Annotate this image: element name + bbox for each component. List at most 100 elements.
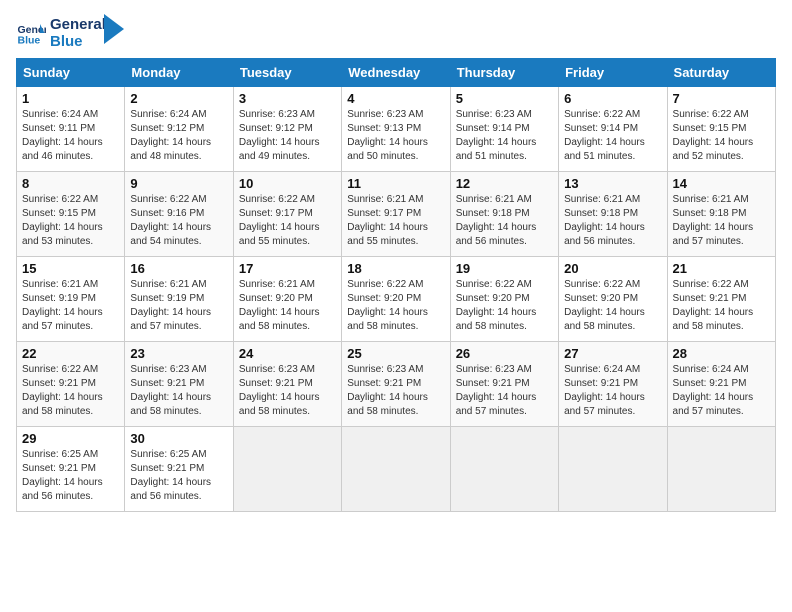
day-of-week-header: Monday: [125, 59, 233, 87]
calendar-cell: 11 Sunrise: 6:21 AMSunset: 9:17 PMDayligh…: [342, 172, 450, 257]
day-info: Sunrise: 6:22 AMSunset: 9:15 PMDaylight:…: [22, 193, 119, 249]
day-info: Sunrise: 6:25 AMSunset: 9:21 PMDaylight:…: [130, 448, 227, 504]
day-info: Sunrise: 6:21 AMSunset: 9:19 PMDaylight:…: [130, 278, 227, 334]
calendar-cell: 1 Sunrise: 6:24 AMSunset: 9:11 PMDaylight…: [17, 87, 125, 172]
day-number: 24: [239, 346, 336, 361]
calendar-cell: 21Sunrise: 6:22 AMSunset: 9:21 PMDayligh…: [667, 257, 775, 342]
day-info: Sunrise: 6:23 AMSunset: 9:21 PMDaylight:…: [456, 363, 553, 419]
calendar-cell: 2 Sunrise: 6:24 AMSunset: 9:12 PMDaylight…: [125, 87, 233, 172]
calendar-cell: 23 Sunrise: 6:23 AMSunset: 9:21 PMDayligh…: [125, 342, 233, 427]
calendar-cell: 18 Sunrise: 6:22 AMSunset: 9:20 PMDayligh…: [342, 257, 450, 342]
calendar-cell: [667, 427, 775, 512]
day-number: 11: [347, 176, 444, 191]
calendar-cell: 13 Sunrise: 6:21 AMSunset: 9:18 PMDayligh…: [559, 172, 667, 257]
calendar-cell: 17 Sunrise: 6:21 AMSunset: 9:20 PMDayligh…: [233, 257, 341, 342]
day-info: Sunrise: 6:21 AMSunset: 9:19 PMDaylight:…: [22, 278, 119, 334]
day-info: Sunrise: 6:21 AMSunset: 9:20 PMDaylight:…: [239, 278, 336, 334]
day-number: 12: [456, 176, 553, 191]
day-number: 29: [22, 431, 119, 446]
day-info: Sunrise: 6:21 AMSunset: 9:18 PMDaylight:…: [564, 193, 661, 249]
logo-blue: Blue: [50, 33, 106, 50]
calendar-cell: 8 Sunrise: 6:22 AMSunset: 9:15 PMDaylight…: [17, 172, 125, 257]
day-info: Sunrise: 6:23 AMSunset: 9:14 PMDaylight:…: [456, 108, 553, 164]
day-number: 23: [130, 346, 227, 361]
calendar-cell: 10 Sunrise: 6:22 AMSunset: 9:17 PMDayligh…: [233, 172, 341, 257]
day-number: 4: [347, 91, 444, 106]
day-number: 6: [564, 91, 661, 106]
calendar-cell: 19 Sunrise: 6:22 AMSunset: 9:20 PMDayligh…: [450, 257, 558, 342]
calendar-cell: 15 Sunrise: 6:21 AMSunset: 9:19 PMDayligh…: [17, 257, 125, 342]
day-info: Sunrise: 6:23 AMSunset: 9:12 PMDaylight:…: [239, 108, 336, 164]
day-of-week-header: Saturday: [667, 59, 775, 87]
day-info: Sunrise: 6:25 AMSunset: 9:21 PMDaylight:…: [22, 448, 119, 504]
day-info: Sunrise: 6:22 AMSunset: 9:14 PMDaylight:…: [564, 108, 661, 164]
calendar-cell: 7 Sunrise: 6:22 AMSunset: 9:15 PMDaylight…: [667, 87, 775, 172]
day-info: Sunrise: 6:21 AMSunset: 9:18 PMDaylight:…: [456, 193, 553, 249]
day-number: 15: [22, 261, 119, 276]
calendar-cell: [233, 427, 341, 512]
day-number: 22: [22, 346, 119, 361]
day-info: Sunrise: 6:22 AMSunset: 9:17 PMDaylight:…: [239, 193, 336, 249]
day-number: 10: [239, 176, 336, 191]
day-number: 17: [239, 261, 336, 276]
day-info: Sunrise: 6:21 AMSunset: 9:17 PMDaylight:…: [347, 193, 444, 249]
day-number: 19: [456, 261, 553, 276]
calendar-cell: [342, 427, 450, 512]
day-number: 5: [456, 91, 553, 106]
day-info: Sunrise: 6:24 AMSunset: 9:11 PMDaylight:…: [22, 108, 119, 164]
day-number: 8: [22, 176, 119, 191]
day-info: Sunrise: 6:24 AMSunset: 9:12 PMDaylight:…: [130, 108, 227, 164]
day-of-week-header: Thursday: [450, 59, 558, 87]
calendar-cell: 22 Sunrise: 6:22 AMSunset: 9:21 PMDayligh…: [17, 342, 125, 427]
calendar-cell: 12 Sunrise: 6:21 AMSunset: 9:18 PMDayligh…: [450, 172, 558, 257]
calendar-cell: 26Sunrise: 6:23 AMSunset: 9:21 PMDayligh…: [450, 342, 558, 427]
day-info: Sunrise: 6:22 AMSunset: 9:20 PMDaylight:…: [564, 278, 661, 334]
calendar-cell: [450, 427, 558, 512]
day-number: 21: [673, 261, 770, 276]
calendar-cell: 25 Sunrise: 6:23 AMSunset: 9:21 PMDayligh…: [342, 342, 450, 427]
calendar-cell: 27Sunrise: 6:24 AMSunset: 9:21 PMDayligh…: [559, 342, 667, 427]
calendar-cell: 4 Sunrise: 6:23 AMSunset: 9:13 PMDaylight…: [342, 87, 450, 172]
day-info: Sunrise: 6:23 AMSunset: 9:13 PMDaylight:…: [347, 108, 444, 164]
day-info: Sunrise: 6:23 AMSunset: 9:21 PMDaylight:…: [130, 363, 227, 419]
day-info: Sunrise: 6:22 AMSunset: 9:15 PMDaylight:…: [673, 108, 770, 164]
day-number: 20: [564, 261, 661, 276]
day-info: Sunrise: 6:22 AMSunset: 9:16 PMDaylight:…: [130, 193, 227, 249]
calendar-cell: 24 Sunrise: 6:23 AMSunset: 9:21 PMDayligh…: [233, 342, 341, 427]
day-number: 13: [564, 176, 661, 191]
logo: General Blue General Blue: [16, 16, 124, 50]
calendar-cell: 29 Sunrise: 6:25 AMSunset: 9:21 PMDayligh…: [17, 427, 125, 512]
calendar-cell: 20 Sunrise: 6:22 AMSunset: 9:20 PMDayligh…: [559, 257, 667, 342]
day-of-week-header: Sunday: [17, 59, 125, 87]
day-number: 2: [130, 91, 227, 106]
day-number: 9: [130, 176, 227, 191]
calendar-cell: 6 Sunrise: 6:22 AMSunset: 9:14 PMDaylight…: [559, 87, 667, 172]
day-number: 25: [347, 346, 444, 361]
calendar-cell: 14 Sunrise: 6:21 AMSunset: 9:18 PMDayligh…: [667, 172, 775, 257]
day-number: 28: [673, 346, 770, 361]
calendar-table: SundayMondayTuesdayWednesdayThursdayFrid…: [16, 58, 776, 512]
day-info: Sunrise: 6:21 AMSunset: 9:18 PMDaylight:…: [673, 193, 770, 249]
day-number: 27: [564, 346, 661, 361]
day-number: 7: [673, 91, 770, 106]
logo-general: General: [50, 16, 106, 33]
calendar-cell: 5 Sunrise: 6:23 AMSunset: 9:14 PMDaylight…: [450, 87, 558, 172]
day-info: Sunrise: 6:22 AMSunset: 9:20 PMDaylight:…: [456, 278, 553, 334]
day-info: Sunrise: 6:23 AMSunset: 9:21 PMDaylight:…: [347, 363, 444, 419]
day-info: Sunrise: 6:22 AMSunset: 9:21 PMDaylight:…: [22, 363, 119, 419]
day-number: 30: [130, 431, 227, 446]
day-number: 16: [130, 261, 227, 276]
calendar-cell: 30 Sunrise: 6:25 AMSunset: 9:21 PMDayligh…: [125, 427, 233, 512]
day-number: 18: [347, 261, 444, 276]
calendar-cell: 9 Sunrise: 6:22 AMSunset: 9:16 PMDaylight…: [125, 172, 233, 257]
svg-text:Blue: Blue: [18, 35, 41, 47]
day-info: Sunrise: 6:23 AMSunset: 9:21 PMDaylight:…: [239, 363, 336, 419]
day-number: 14: [673, 176, 770, 191]
day-number: 3: [239, 91, 336, 106]
calendar-cell: 3 Sunrise: 6:23 AMSunset: 9:12 PMDaylight…: [233, 87, 341, 172]
calendar-cell: 16 Sunrise: 6:21 AMSunset: 9:19 PMDayligh…: [125, 257, 233, 342]
day-info: Sunrise: 6:22 AMSunset: 9:20 PMDaylight:…: [347, 278, 444, 334]
calendar-cell: [559, 427, 667, 512]
day-number: 1: [22, 91, 119, 106]
day-of-week-header: Tuesday: [233, 59, 341, 87]
